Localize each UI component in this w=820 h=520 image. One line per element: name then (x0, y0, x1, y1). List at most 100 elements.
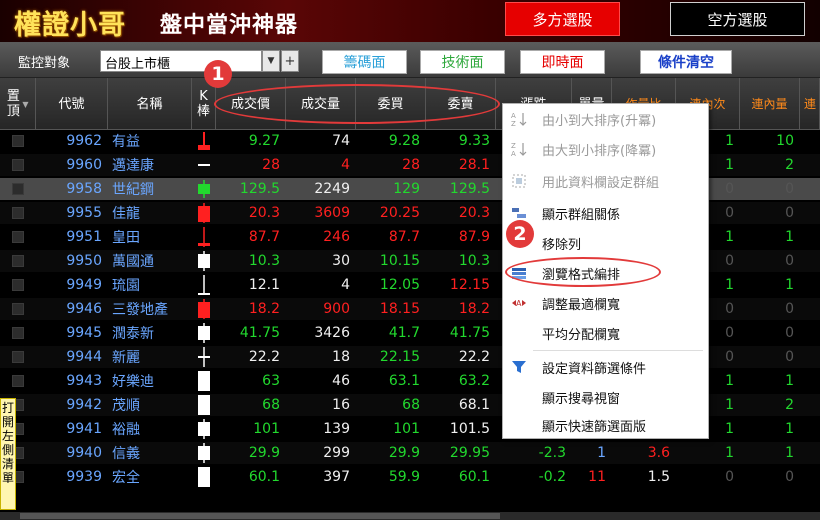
menu-item-label: 設定資料篩選條件 (542, 361, 647, 377)
cell-name[interactable]: 邁達康 (108, 154, 192, 176)
pin-checkbox[interactable] (12, 183, 24, 195)
cell-name[interactable]: 茂順 (108, 394, 192, 416)
cell-name[interactable]: 萬國通 (108, 250, 192, 272)
cell-volume: 16 (332, 397, 350, 413)
cell-code[interactable]: 9960 (36, 154, 108, 176)
cell-price: 129.5 (239, 181, 280, 197)
cell-code[interactable]: 9955 (36, 202, 108, 224)
pin-checkbox[interactable] (12, 303, 24, 315)
menu-item-sort-desc[interactable]: ZA 由大到小排序(降冪) (503, 134, 708, 164)
open-left-list-tab[interactable]: 打開左側清單 (0, 398, 16, 510)
cell-code[interactable]: 9962 (36, 130, 108, 152)
cell-code[interactable]: 9950 (36, 250, 108, 272)
column-header-consecutive-volume[interactable]: 連內量 (740, 78, 800, 130)
menu-item-distribute-width[interactable]: 平均分配欄寬 (503, 318, 708, 348)
cell-volume: 18 (332, 349, 350, 365)
cell-name[interactable]: 裕融 (108, 418, 192, 440)
cell-ask: 129.5 (449, 181, 490, 197)
cell-code[interactable]: 9941 (36, 418, 108, 440)
pin-checkbox[interactable] (12, 135, 24, 147)
cell-code[interactable]: 9951 (36, 226, 108, 248)
cell-code[interactable]: 9945 (36, 322, 108, 344)
column-header-code[interactable]: 代號 (36, 78, 108, 130)
cell-name[interactable]: 三發地產 (108, 298, 192, 320)
candle-icon (192, 346, 216, 368)
menu-item-label: 由大到小排序(降冪) (542, 143, 657, 159)
cell-bid: 59.9 (388, 469, 420, 485)
short-screening-button[interactable]: 空方選股 (670, 2, 805, 36)
menu-item-set-filter[interactable]: 設定資料篩選條件 (503, 352, 708, 382)
column-header-name[interactable]: 名稱 (108, 78, 192, 130)
scrollbar-thumb[interactable] (20, 513, 500, 519)
pin-checkbox[interactable] (12, 351, 24, 363)
cell-consecutive-volume: 1 (785, 445, 794, 461)
header-banner: 權證小哥 盤中當沖神器 多方選股 空方選股 (0, 0, 820, 42)
cell-name[interactable]: 有益 (108, 130, 192, 152)
candle-icon (192, 250, 216, 272)
monitor-select[interactable]: 台股上市櫃 (100, 50, 262, 72)
menu-item-show-group-relation[interactable]: 顯示群組關係 (503, 198, 708, 228)
cell-name[interactable]: 皇田 (108, 226, 192, 248)
horizontal-scrollbar[interactable] (0, 512, 820, 520)
annotation-step-1: 1 (204, 60, 232, 88)
table-row[interactable]: 9940 信義 29.9 299 29.9 29.95 -2.3 1 3.6 1 1 (0, 442, 820, 464)
cell-code[interactable]: 9943 (36, 370, 108, 392)
cell-bid: 129 (393, 181, 420, 197)
pin-checkbox[interactable] (12, 255, 24, 267)
cell-code[interactable]: 9942 (36, 394, 108, 416)
cell-volume: 30 (332, 253, 350, 269)
cell-volume: 3609 (314, 205, 350, 221)
menu-item-label: 由小到大排序(升冪) (542, 113, 657, 129)
cell-price: 12.1 (248, 277, 280, 293)
cell-code[interactable]: 9939 (36, 466, 108, 488)
cell-name[interactable]: 潤泰新 (108, 322, 192, 344)
pin-checkbox[interactable] (12, 231, 24, 243)
cell-name[interactable]: 琉園 (108, 274, 192, 296)
menu-item-sort-asc[interactable]: AZ 由小到大排序(升冪) (503, 104, 708, 134)
cell-name[interactable]: 宏全 (108, 466, 192, 488)
cell-name[interactable]: 世紀鋼 (108, 178, 192, 200)
menu-item-label: 平均分配欄寬 (542, 327, 621, 343)
pin-checkbox[interactable] (12, 279, 24, 291)
add-button[interactable]: + (281, 50, 299, 72)
cell-bid: 29.9 (388, 445, 420, 461)
clear-conditions-button[interactable]: 條件清空 (640, 50, 732, 74)
cell-name[interactable]: 好樂迪 (108, 370, 192, 392)
cell-code[interactable]: 9946 (36, 298, 108, 320)
cell-consecutive-volume: 0 (785, 205, 794, 221)
column-header-more[interactable]: 連 (800, 78, 820, 130)
annotation-ellipse-headers (214, 84, 500, 124)
tab-technical[interactable]: 技術面 (420, 50, 505, 74)
menu-item-show-search[interactable]: 顯示搜尋視窗 (503, 382, 708, 412)
cell-price: 22.2 (248, 349, 280, 365)
long-screening-button[interactable]: 多方選股 (505, 2, 620, 36)
pin-checkbox[interactable] (12, 207, 24, 219)
column-header-pin[interactable]: 置頂 ▼ (0, 78, 36, 130)
cell-consecutive-volume: 2 (785, 397, 794, 413)
cell-ask: 29.95 (449, 445, 490, 461)
cell-consecutive-volume: 0 (785, 253, 794, 269)
cell-name[interactable]: 新麗 (108, 346, 192, 368)
cell-code[interactable]: 9949 (36, 274, 108, 296)
cell-consecutive-count: 0 (725, 469, 734, 485)
menu-item-show-quick-filter[interactable]: 顯示快速篩選面版 (503, 410, 708, 440)
menu-item-label: 移除列 (542, 237, 582, 253)
cell-code[interactable]: 9940 (36, 442, 108, 464)
chevron-down-icon[interactable]: ▼ (262, 50, 280, 72)
cell-code[interactable]: 9944 (36, 346, 108, 368)
cell-consecutive-volume: 1 (785, 277, 794, 293)
menu-item-set-group[interactable]: 用此資料欄設定群組 (503, 166, 708, 196)
cell-name[interactable]: 佳龍 (108, 202, 192, 224)
cell-code[interactable]: 9958 (36, 178, 108, 200)
cell-volume: 299 (323, 445, 350, 461)
cell-ask: 22.2 (458, 349, 490, 365)
cell-name[interactable]: 信義 (108, 442, 192, 464)
pin-checkbox[interactable] (12, 375, 24, 387)
tab-realtime[interactable]: 即時面 (520, 50, 605, 74)
table-row[interactable]: 9939 宏全 60.1 397 59.9 60.1 -0.2 11 1.5 0 0 (0, 466, 820, 488)
pin-checkbox[interactable] (12, 327, 24, 339)
menu-item-auto-fit-width[interactable]: A 調整最適欄寬 (503, 288, 708, 318)
tab-chips[interactable]: 籌碼面 (322, 50, 407, 74)
pin-checkbox[interactable] (12, 159, 24, 171)
cell-volume: 4 (341, 157, 350, 173)
